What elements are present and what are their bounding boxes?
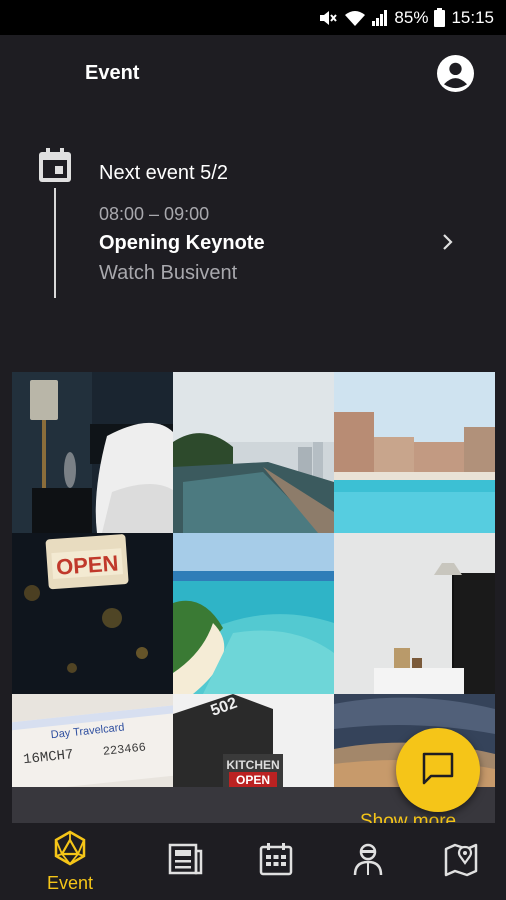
chevron-right-icon[interactable] [440, 233, 456, 251]
calendar-icon [38, 148, 72, 182]
chat-icon [420, 750, 456, 791]
map-icon [443, 841, 479, 882]
event-time: 08:00 – 09:00 [99, 204, 210, 224]
show-more-button[interactable]: Show more [360, 811, 456, 823]
nav-item-schedule[interactable] [251, 823, 301, 900]
people-icon [350, 841, 386, 882]
status-bar: 85% 15:15 [0, 0, 506, 35]
event-title: Opening Keynote [99, 232, 265, 254]
battery-icon [434, 8, 446, 27]
next-event-label: Next event 5/2 [99, 162, 228, 184]
photo-bedroom-lamp[interactable] [12, 372, 173, 533]
nav-item-news[interactable] [160, 823, 210, 900]
photo-tropical-beach[interactable] [173, 533, 334, 694]
wifi-icon [344, 9, 366, 27]
chat-fab[interactable] [396, 728, 480, 812]
timeline-line [54, 188, 56, 298]
photo-infinity-pool[interactable] [173, 372, 334, 533]
photo-gallery: OPEN Day Travelcard 16MCH7 223466 502 KI… [12, 372, 495, 787]
calendar-grid-icon [258, 841, 294, 882]
signal-icon [372, 9, 388, 26]
photo-travelcard[interactable]: Day Travelcard 16MCH7 223466 [12, 694, 173, 787]
battery-percent: 85% [394, 7, 429, 27]
svg-text:OPEN: OPEN [236, 773, 270, 787]
photo-white-room[interactable] [334, 533, 495, 694]
page-title: Event [85, 62, 140, 84]
app-bar: Event [0, 35, 506, 115]
photo-resort-pool[interactable] [334, 372, 495, 533]
status-time: 15:15 [451, 7, 494, 27]
nav-label-event: Event [46, 872, 94, 893]
mute-icon [318, 9, 338, 27]
event-subtitle: Watch Busivent [99, 262, 238, 284]
nav-item-map[interactable] [436, 823, 486, 900]
next-event-card[interactable]: Next event 5/2 08:00 – 09:00 Opening Key… [0, 140, 506, 310]
account-icon[interactable] [437, 55, 474, 92]
svg-text:OPEN: OPEN [55, 550, 119, 579]
svg-text:KITCHEN: KITCHEN [226, 758, 279, 772]
event-icon [52, 830, 88, 871]
bottom-nav: Event [0, 823, 506, 900]
nav-item-event[interactable]: Event [40, 823, 100, 900]
nav-item-people[interactable] [343, 823, 393, 900]
news-icon [167, 841, 203, 882]
photo-kitchen-open-sign[interactable]: 502 KITCHEN OPEN [173, 694, 334, 787]
photo-open-sign[interactable]: OPEN [12, 533, 173, 694]
